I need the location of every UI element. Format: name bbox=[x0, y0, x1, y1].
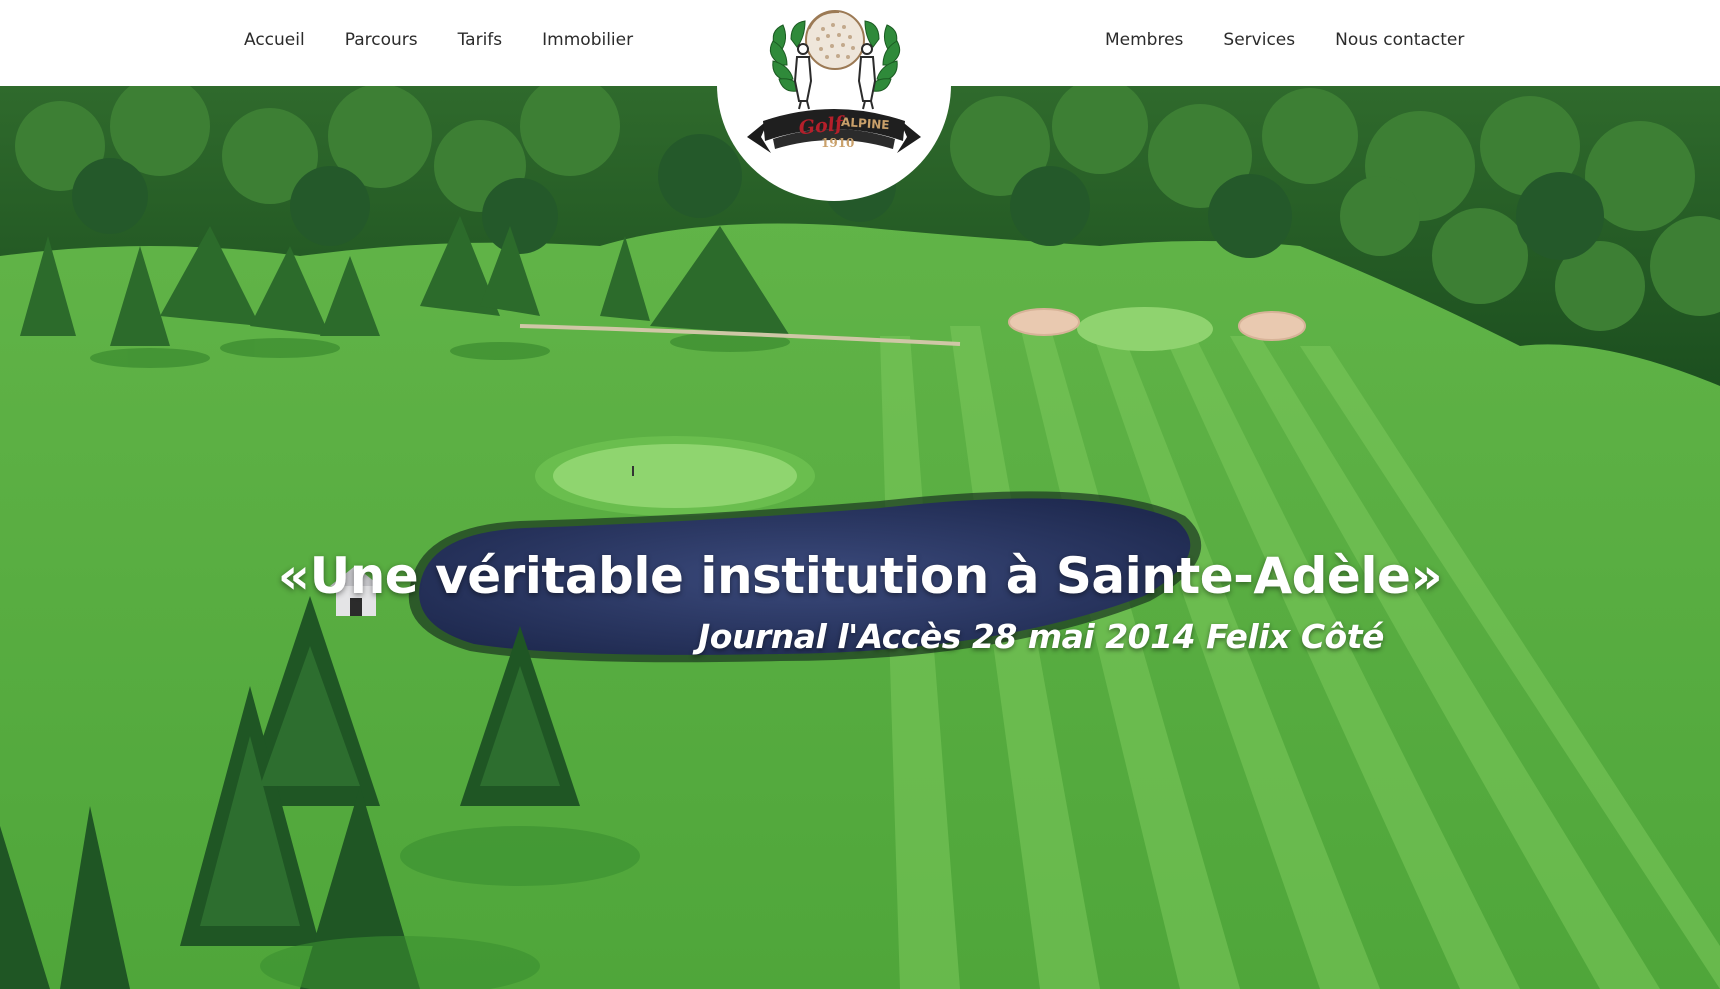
logo-year: 1910 bbox=[821, 136, 854, 150]
nav-right: Membres Services Nous contacter bbox=[1105, 28, 1464, 52]
nav-left: Accueil Parcours Tarifs Immobilier bbox=[244, 28, 633, 52]
hero-quote: «Une véritable institution à Sainte-Adèl… bbox=[277, 547, 1443, 605]
logo-emblem: Golf ALPINE 1910 bbox=[747, 10, 921, 153]
page: Accueil Parcours Tarifs Immobilier Membr… bbox=[0, 0, 1720, 989]
golf-course-aerial-image bbox=[0, 86, 1720, 989]
nav-parcours[interactable]: Parcours bbox=[345, 28, 418, 52]
nav-immobilier[interactable]: Immobilier bbox=[542, 28, 633, 52]
golf-alpine-logo[interactable]: Golf ALPINE 1910 bbox=[717, 0, 951, 201]
hero-section: «Une véritable institution à Sainte-Adèl… bbox=[0, 86, 1720, 989]
nav-membres[interactable]: Membres bbox=[1105, 28, 1183, 52]
nav-tarifs[interactable]: Tarifs bbox=[458, 28, 503, 52]
nav-accueil[interactable]: Accueil bbox=[244, 28, 305, 52]
nav-nous-contacter[interactable]: Nous contacter bbox=[1335, 28, 1464, 52]
hero-citation: Journal l'Accès 28 mai 2014 Felix Côté bbox=[698, 617, 1384, 656]
nav-services[interactable]: Services bbox=[1223, 28, 1295, 52]
